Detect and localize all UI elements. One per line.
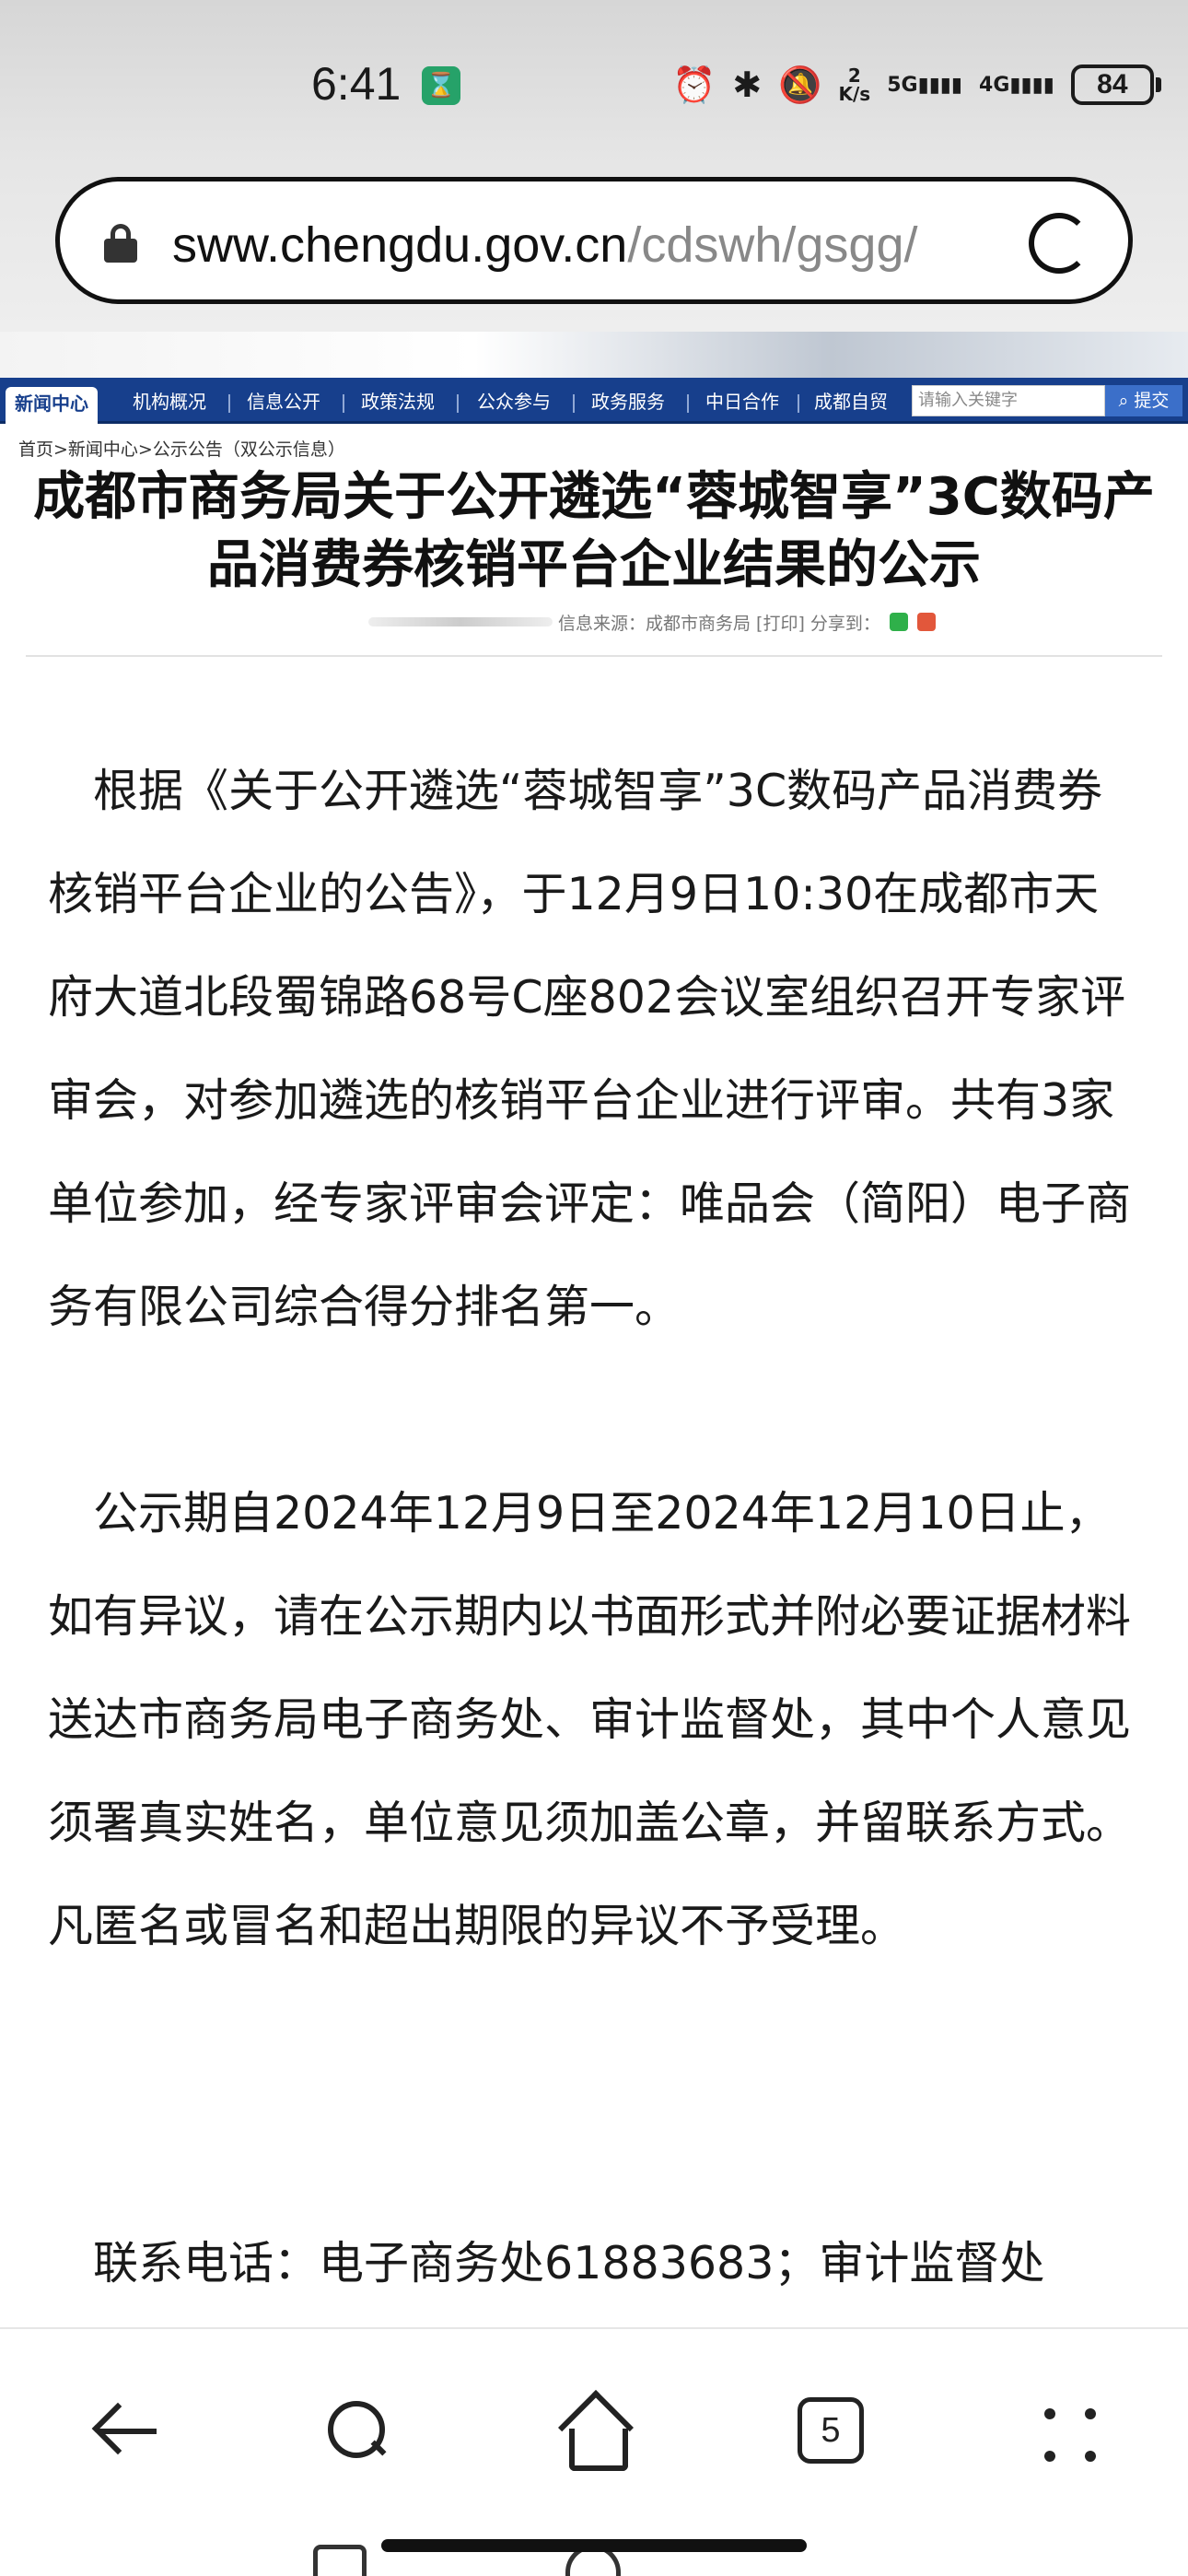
- nav-item-overview[interactable]: 机构概况: [133, 385, 206, 418]
- site-nav: 新闻中心 机构概况 信息公开 政策法规 公众参与 政务服务 中日合作 成都自贸 …: [0, 378, 1188, 424]
- article-meta: 信息来源：成都市商务局 [打印] 分享到：: [368, 611, 936, 634]
- nav-item-policy[interactable]: 政策法规: [361, 385, 435, 418]
- wechat-icon[interactable]: [889, 613, 908, 631]
- nav-item-info[interactable]: 信息公开: [247, 385, 320, 418]
- battery-icon: 84: [1070, 64, 1161, 105]
- mute-icon: 🔕: [778, 64, 822, 105]
- signal-5g-label: 5G: [887, 73, 918, 97]
- nav-item-services[interactable]: 政务服务: [591, 385, 665, 418]
- hourglass-icon: ⌛: [422, 66, 460, 105]
- tabs-icon[interactable]: 5: [798, 2397, 864, 2464]
- back-icon[interactable]: [72, 2384, 164, 2476]
- site-search-button[interactable]: ⌕ 提交: [1105, 385, 1182, 416]
- nav-separator: [343, 394, 344, 413]
- site-banner: [0, 332, 1188, 378]
- signal-4g-label: 4G: [979, 73, 1010, 97]
- url-domain: sww.chengdu.gov.cn: [172, 217, 628, 273]
- title-divider: [26, 655, 1162, 657]
- blurred-date: [368, 617, 553, 626]
- search-icon[interactable]: [308, 2384, 400, 2476]
- weibo-icon[interactable]: [916, 613, 936, 631]
- signal-4g: 4G▮▮▮▮: [979, 73, 1054, 97]
- nav-separator: [573, 394, 575, 413]
- reload-icon[interactable]: [1029, 213, 1089, 274]
- bluetooth-icon: ✱: [732, 64, 763, 105]
- article-paragraph: 根据《关于公开遴选“蓉城智享”3C数码产品消费券核销平台企业的公告》，于12月9…: [48, 765, 1132, 1333]
- url-path: /cdswh/gsgg/: [627, 217, 918, 273]
- net-speed: 2 K/s: [839, 66, 871, 103]
- meta-source: 信息来源：成都市商务局 [打印] 分享到：: [558, 613, 880, 634]
- breadcrumb[interactable]: 首页>新闻中心>公示公告（双公示信息）: [18, 436, 345, 461]
- address-bar[interactable]: sww.chengdu.gov.cn/cdswh/gsgg/: [55, 177, 1133, 304]
- net-speed-unit: K/s: [838, 83, 871, 105]
- more-icon[interactable]: [1024, 2384, 1116, 2476]
- url-text[interactable]: sww.chengdu.gov.cn/cdswh/gsgg/: [172, 217, 1038, 274]
- nav-separator: [687, 394, 689, 413]
- article-paragraph: 公示期自2024年12月9日至2024年12月10日止，如有异议，请在公示期内以…: [48, 1487, 1132, 1952]
- nav-item-news[interactable]: 新闻中心: [6, 387, 98, 424]
- status-bar: 6:41 ⌛ ⏰ ✱ 🔕 2 K/s 5G▮▮▮▮ 4G▮▮▮▮ 84: [0, 0, 1188, 166]
- nav-item-public[interactable]: 公众参与: [477, 385, 551, 418]
- status-icons: ⏰ ✱ 🔕 2 K/s 5G▮▮▮▮ 4G▮▮▮▮ 84: [672, 57, 1161, 112]
- browser-toolbar: sww.chengdu.gov.cn/cdswh/gsgg/: [0, 166, 1188, 332]
- article-title: 成都市商务局关于公开遴选“蓉城智享”3C数码产品消费券核销平台企业结果的公示: [33, 467, 1155, 595]
- signal-5g: 5G▮▮▮▮: [887, 73, 963, 97]
- home-indicator[interactable]: [381, 2539, 807, 2552]
- site-search-button-label: 提交: [1134, 391, 1170, 411]
- nav-separator: [798, 394, 799, 413]
- nav-separator: [457, 394, 459, 413]
- clock: 6:41: [311, 58, 402, 110]
- nav-item-ftz[interactable]: 成都自贸: [814, 385, 888, 418]
- article-page: 首页>新闻中心>公示公告（双公示信息） 成都市商务局关于公开遴选“蓉城智享”3C…: [0, 427, 1188, 2393]
- nav-item-sino-japan[interactable]: 中日合作: [705, 385, 779, 418]
- nav-separator: [228, 394, 230, 413]
- lock-icon[interactable]: [104, 224, 137, 263]
- system-nav-recent[interactable]: [313, 2545, 367, 2576]
- site-search-input[interactable]: 请输入关键字: [912, 385, 1105, 416]
- alarm-icon: ⏰: [672, 64, 716, 105]
- home-icon[interactable]: [547, 2384, 639, 2476]
